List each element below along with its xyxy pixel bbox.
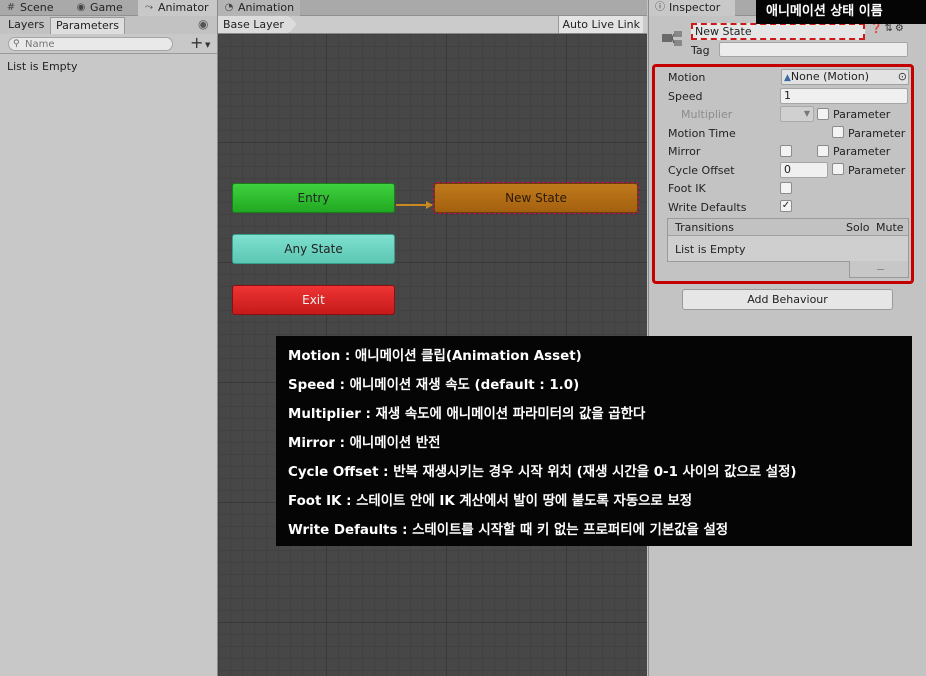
center-tabstrip: ◔ Animation: [218, 0, 647, 16]
breadcrumb-base-layer[interactable]: Base Layer: [218, 16, 297, 33]
motion-time-parameter-label: Parameter: [848, 127, 906, 140]
transitions-title: Transitions: [675, 221, 734, 234]
write-defaults-label: Write Defaults: [668, 201, 747, 214]
motion-time-parameter-checkbox[interactable]: [832, 126, 844, 138]
foot-ik-label: Foot IK: [668, 182, 706, 195]
write-defaults-checkbox[interactable]: ✓: [780, 200, 792, 212]
tab-animation-label: Animation: [238, 1, 295, 14]
desc-cycle-offset: Cycle Offset : 반복 재생시키는 경우 시작 위치 (재생 시간을…: [288, 465, 797, 480]
desc-motion: Motion : 애니메이션 클립(Animation Asset): [288, 349, 582, 364]
tab-scene[interactable]: # Scene: [0, 0, 64, 16]
desc-multiplier: Multiplier : 재생 속도에 애니메이션 파라미터의 값을 곱한다: [288, 407, 646, 422]
multiplier-label: Multiplier: [681, 108, 733, 121]
parameters-empty-text: List is Empty: [7, 60, 78, 73]
auto-live-link-button[interactable]: Auto Live Link: [558, 16, 643, 33]
tab-game[interactable]: ◉ Game: [70, 0, 134, 16]
eye-icon[interactable]: ◉: [198, 18, 212, 30]
motion-field[interactable]: ▲None (Motion) ⊙: [781, 69, 909, 85]
cycle-offset-label: Cycle Offset: [668, 164, 735, 177]
tab-inspector[interactable]: ⓘ Inspector: [649, 0, 735, 16]
tab-scene-label: Scene: [20, 1, 54, 14]
tab-animator-label: Animator: [158, 1, 209, 14]
solo-column-header: Solo: [846, 221, 870, 234]
chevron-down-icon[interactable]: ▼: [205, 41, 210, 49]
transitions-footer: −: [849, 261, 909, 278]
tag-label: Tag: [691, 44, 710, 57]
tab-game-label: Game: [90, 1, 123, 14]
multiplier-parameter-label: Parameter: [833, 108, 891, 121]
state-name-callout: 애니메이션 상태 이름: [756, 0, 926, 24]
transitions-header: Transitions Solo Mute: [668, 219, 908, 236]
grid-icon: #: [6, 2, 16, 13]
settings-icon[interactable]: ⚙: [895, 23, 906, 34]
tab-parameters[interactable]: Parameters: [50, 17, 125, 34]
speed-label: Speed: [668, 90, 703, 103]
animator-state-icon: [662, 31, 682, 46]
mirror-parameter-checkbox[interactable]: [817, 145, 829, 157]
mirror-checkbox[interactable]: [780, 145, 792, 157]
info-icon: ⓘ: [655, 2, 665, 13]
graph-toolbar: Base Layer Auto Live Link: [218, 16, 647, 34]
gamepad-icon: ◉: [76, 2, 86, 13]
property-descriptions: Motion : 애니메이션 클립(Animation Asset) Speed…: [276, 336, 912, 546]
desc-foot-ik: Foot IK : 스테이트 안에 IK 계산에서 발이 땅에 붙도록 자동으로…: [288, 494, 693, 509]
object-picker-icon[interactable]: ⊙: [898, 70, 907, 84]
cycle-offset-parameter-label: Parameter: [848, 164, 906, 177]
transition-arrow-icon: [426, 201, 433, 209]
layers-parameters-tabs: Layers Parameters: [0, 16, 217, 34]
animation-clip-icon: ▲: [784, 73, 791, 83]
motion-label: Motion: [668, 71, 706, 84]
animation-icon: ◔: [224, 2, 234, 13]
search-input[interactable]: [25, 38, 165, 50]
state-name-field[interactable]: New State: [691, 23, 865, 40]
transitions-list: Transitions Solo Mute List is Empty: [667, 218, 909, 262]
add-parameter-plus-icon[interactable]: +: [190, 35, 203, 51]
preset-icon[interactable]: ⇅: [884, 23, 894, 34]
left-panel: # Scene ◉ Game ⤳ Animator Layers Paramet…: [0, 0, 218, 676]
remove-transition-button[interactable]: −: [876, 263, 885, 276]
any-state-node[interactable]: Any State: [232, 234, 395, 264]
motion-time-label: Motion Time: [668, 127, 736, 140]
desc-write-defaults: Write Defaults : 스테이트를 시작할 때 키 없는 프로퍼티에 …: [288, 523, 729, 538]
left-tabstrip: # Scene ◉ Game ⤳ Animator: [0, 0, 217, 16]
multiplier-dropdown[interactable]: ▼: [780, 106, 814, 122]
transitions-empty-text: List is Empty: [675, 243, 746, 256]
desc-speed: Speed : 애니메이션 재생 속도 (default : 1.0): [288, 378, 580, 393]
help-icon[interactable]: ❓: [870, 23, 884, 34]
speed-input[interactable]: 1: [780, 88, 908, 104]
search-icon: ⚲: [13, 39, 20, 49]
tab-layers[interactable]: Layers: [3, 17, 49, 34]
cycle-offset-input[interactable]: 0: [780, 162, 828, 178]
exit-node[interactable]: Exit: [232, 285, 395, 315]
motion-value: None (Motion): [790, 70, 869, 83]
new-state-node[interactable]: New State: [433, 182, 639, 214]
tab-inspector-label: Inspector: [669, 1, 721, 14]
desc-mirror: Mirror : 애니메이션 반전: [288, 436, 441, 451]
tab-animator[interactable]: ⤳ Animator: [138, 0, 217, 16]
mirror-label: Mirror: [668, 145, 701, 158]
entry-node[interactable]: Entry: [232, 183, 395, 213]
chevron-down-icon: ▼: [803, 109, 810, 118]
inspector-header-icons: ❓⇅⚙: [870, 23, 906, 34]
cycle-offset-parameter-checkbox[interactable]: [832, 163, 844, 175]
parameter-search-box[interactable]: ⚲: [8, 37, 173, 51]
foot-ik-checkbox[interactable]: [780, 182, 792, 194]
animator-icon: ⤳: [145, 2, 153, 13]
mute-column-header: Mute: [876, 221, 904, 234]
add-behaviour-button[interactable]: Add Behaviour: [682, 289, 893, 310]
tag-input[interactable]: [719, 42, 908, 57]
multiplier-parameter-checkbox[interactable]: [817, 108, 829, 120]
mirror-parameter-label: Parameter: [833, 145, 891, 158]
tab-animation[interactable]: ◔ Animation: [218, 0, 300, 16]
